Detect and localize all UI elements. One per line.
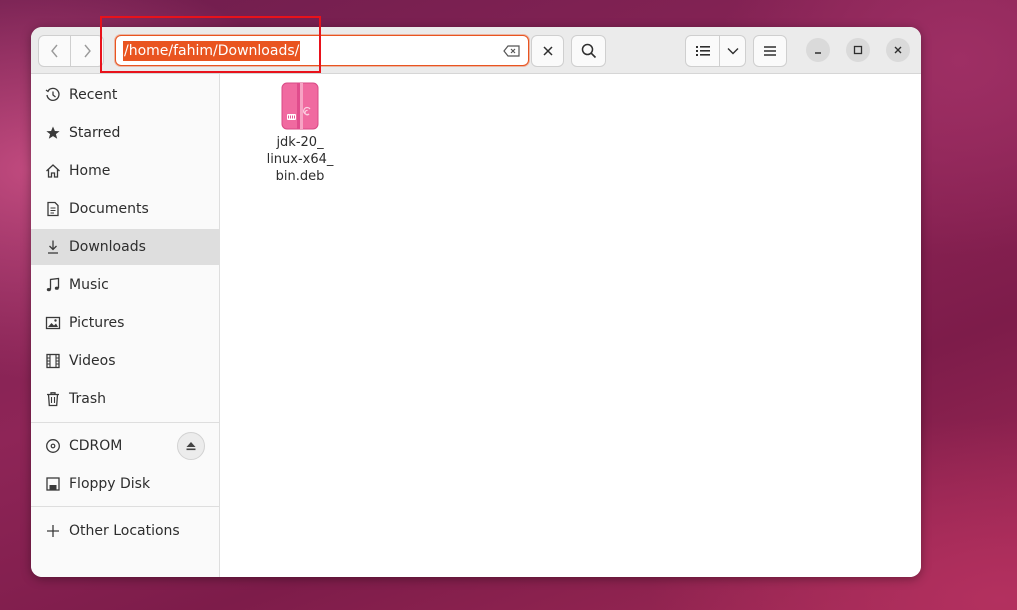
music-note-icon [44,276,62,294]
minimize-icon [815,52,821,54]
sidebar-item-recent[interactable]: Recent [31,77,219,113]
star-icon [44,124,62,142]
sidebar-item-pictures[interactable]: Pictures [31,305,219,341]
main-menu-button[interactable] [753,35,787,67]
sidebar: Recent Starred Home Documents Downloads [31,74,220,577]
file-item-jdk-deb[interactable]: jdk-20_ linux-x64_ bin.deb [260,80,340,190]
cancel-location-button[interactable] [531,35,564,67]
document-icon [44,200,62,218]
eject-button[interactable] [177,432,205,460]
maximize-icon [853,45,863,55]
floppy-icon [44,475,62,493]
close-window-button[interactable] [886,38,910,62]
home-icon [44,162,62,180]
close-icon [894,46,902,54]
forward-button[interactable] [71,35,104,67]
list-view-icon [695,46,710,56]
minimize-button[interactable] [806,38,830,62]
sidebar-item-label: Music [69,277,109,293]
sidebar-item-label: Documents [69,201,149,217]
eject-icon [186,442,196,451]
file-name: jdk-20_ linux-x64_ bin.deb [266,135,334,184]
film-icon [44,352,62,370]
view-options-button[interactable] [719,35,746,67]
sidebar-item-label: Floppy Disk [69,476,151,492]
file-view: jdk-20_ linux-x64_ bin.deb [220,74,921,577]
sidebar-item-music[interactable]: Music [31,267,219,303]
deb-package-icon [281,82,319,130]
back-button[interactable] [38,35,71,67]
sidebar-item-label: Pictures [69,315,125,331]
sidebar-item-videos[interactable]: Videos [31,343,219,379]
sidebar-item-label: Trash [69,391,106,407]
sidebar-item-label: Videos [69,353,116,369]
clear-text-button[interactable] [503,42,521,60]
sidebar-item-home[interactable]: Home [31,153,219,189]
search-button[interactable] [571,35,606,67]
sidebar-item-label: CDROM [69,438,123,454]
sidebar-item-documents[interactable]: Documents [31,191,219,227]
location-path-text[interactable]: /home/fahim/Downloads/ [123,40,301,61]
chevron-down-icon [727,48,738,55]
plus-icon [44,522,62,540]
sidebar-item-downloads[interactable]: Downloads [31,229,219,265]
sidebar-item-label: Other Locations [69,523,180,539]
chevron-right-icon [84,44,91,58]
disc-icon [44,437,62,455]
maximize-button[interactable] [846,38,870,62]
trash-icon [44,390,62,408]
sidebar-item-label: Downloads [69,239,146,255]
hamburger-menu-icon [764,46,776,56]
sidebar-item-trash[interactable]: Trash [31,381,219,417]
header-bar: /home/fahim/Downloads/ [31,27,921,74]
file-manager-window: /home/fahim/Downloads/ Recent Starred Ho… [31,27,921,577]
list-view-button[interactable] [685,35,720,67]
sidebar-item-cdrom[interactable]: CDROM [31,428,219,464]
location-entry[interactable]: /home/fahim/Downloads/ [115,35,529,66]
chevron-left-icon [50,44,58,58]
clock-icon [44,86,62,104]
download-icon [44,238,62,256]
sidebar-item-other-locations[interactable]: Other Locations [31,513,219,549]
backspace-icon [503,45,520,57]
sidebar-item-label: Recent [69,87,118,103]
sidebar-item-floppy-disk[interactable]: Floppy Disk [31,466,219,502]
sidebar-item-label: Home [69,163,111,179]
search-icon [581,43,596,59]
sidebar-separator [31,506,219,507]
picture-icon [44,314,62,332]
sidebar-item-label: Starred [69,125,121,141]
close-icon [542,46,553,56]
sidebar-item-starred[interactable]: Starred [31,115,219,151]
navigation-buttons [38,35,104,67]
sidebar-separator [31,422,219,423]
